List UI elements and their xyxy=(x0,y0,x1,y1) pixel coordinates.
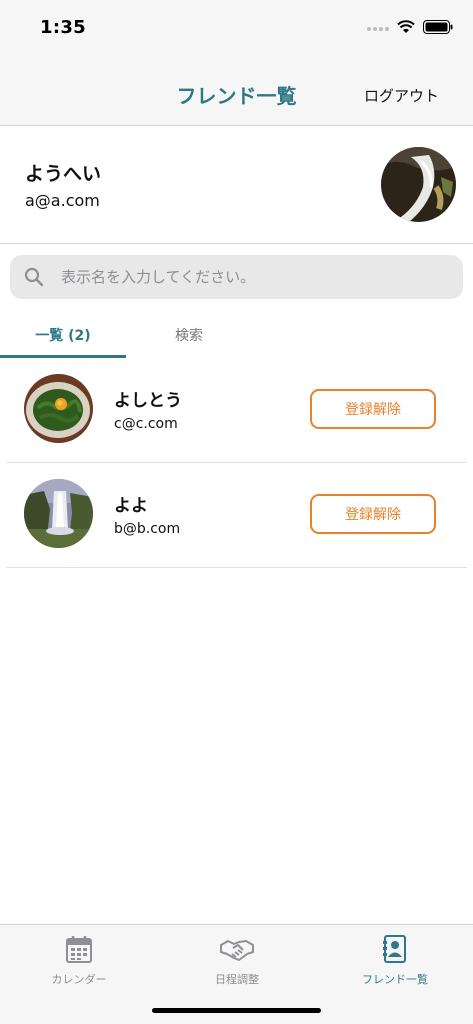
profile-avatar[interactable] xyxy=(381,147,456,222)
friend-email: c@c.com xyxy=(114,416,178,432)
tab-bar-item-schedule[interactable]: 日程調整 xyxy=(158,935,316,987)
handshake-icon xyxy=(220,940,254,961)
unregister-button[interactable]: 登録解除 xyxy=(310,389,436,429)
tab-bar-label: フレンド一覧 xyxy=(362,973,428,986)
tab-list[interactable]: 一覧 (2) xyxy=(0,314,126,358)
tab-bar-item-friends[interactable]: フレンド一覧 xyxy=(316,935,473,987)
profile-email: a@a.com xyxy=(25,191,100,210)
profile-name: ようへい xyxy=(25,163,102,185)
wifi-icon xyxy=(397,20,415,33)
friend-email: b@b.com xyxy=(114,521,181,537)
contacts-icon xyxy=(383,935,406,963)
my-profile: ようへい a@a.com xyxy=(0,127,473,244)
friend-avatar[interactable] xyxy=(24,479,93,548)
friend-name: よしとう xyxy=(114,391,182,411)
tab-bar-label: 日程調整 xyxy=(215,973,259,986)
calendar-icon xyxy=(66,936,92,963)
search-input[interactable] xyxy=(61,268,441,286)
status-time: 1:35 xyxy=(40,17,86,38)
unregister-button[interactable]: 登録解除 xyxy=(310,494,436,534)
status-bar: 1:35 xyxy=(0,0,473,60)
tab-bar-label: カレンダー xyxy=(51,973,107,986)
search-bar xyxy=(10,255,463,299)
friend-avatar[interactable] xyxy=(24,374,93,443)
search-icon xyxy=(24,267,44,287)
home-indicator xyxy=(152,1008,321,1013)
signal-icon xyxy=(367,27,389,31)
list-item: よよ b@b.com 登録解除 xyxy=(6,463,467,568)
list-item: よしとう c@c.com 登録解除 xyxy=(6,358,467,463)
friend-name: よよ xyxy=(114,496,148,516)
friend-list: よしとう c@c.com 登録解除 よよ b@b.com 登録解除 xyxy=(0,358,473,568)
battery-icon xyxy=(423,20,453,34)
status-indicators xyxy=(367,20,453,34)
navigation-bar: フレンド一覧 ログアウト xyxy=(0,60,473,126)
tab-search[interactable]: 検索 xyxy=(126,314,252,358)
tab-bar-item-calendar[interactable]: カレンダー xyxy=(0,935,158,987)
segment-tabs: 一覧 (2) 検索 xyxy=(0,314,473,358)
logout-button[interactable]: ログアウト xyxy=(364,85,439,106)
